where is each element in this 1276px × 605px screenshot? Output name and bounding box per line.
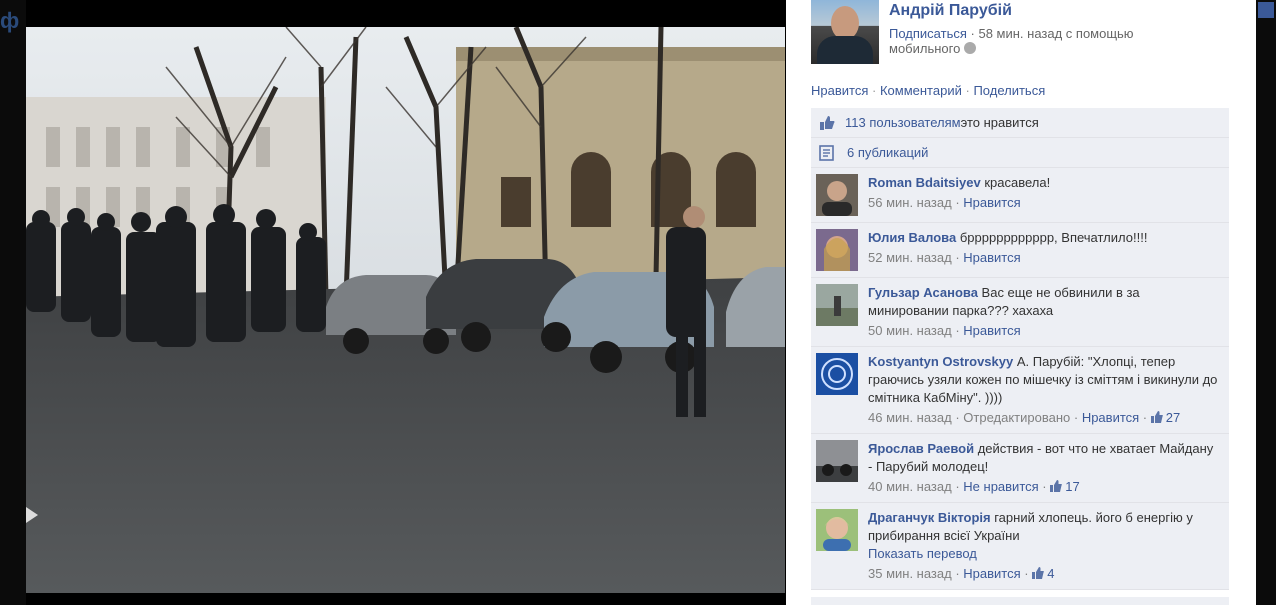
comment-unlike-link[interactable]: Не нравится <box>963 479 1038 494</box>
like-link[interactable]: Нравится <box>811 83 868 98</box>
avatar[interactable] <box>816 509 858 551</box>
comment: Kostyantyn Ostrovskyy А. Парубій: "Хлопц… <box>811 347 1229 434</box>
comment-author[interactable]: Гульзар Асанова <box>868 285 978 300</box>
globe-icon <box>963 42 976 54</box>
comment-text: брррррррррррр, Впечатлило!!!! <box>956 230 1148 245</box>
thumbs-up-icon <box>1050 480 1063 492</box>
comment-time[interactable]: 52 мин. назад <box>868 250 952 265</box>
author-meta: Подписаться · 58 мин. назад с помощью мо… <box>889 26 1134 56</box>
photo[interactable] <box>26 27 785 593</box>
comment-text: красавела! <box>980 175 1051 190</box>
likes-count[interactable]: 113 пользователям <box>845 115 961 130</box>
comment-time[interactable]: 40 мин. назад <box>868 479 952 494</box>
avatar[interactable] <box>816 440 858 482</box>
shares-count[interactable]: 6 публикаций <box>847 145 928 160</box>
thumbs-up-icon <box>1032 567 1045 579</box>
comment-link[interactable]: Комментарий <box>880 83 962 98</box>
avatar[interactable] <box>811 0 879 64</box>
post-actions: Нравится · Комментарий · Поделиться <box>811 83 1046 98</box>
comment-like-count[interactable]: 17 <box>1050 479 1080 494</box>
avatar[interactable] <box>816 353 858 395</box>
background-page-text: ф <box>0 8 20 33</box>
comment-edited[interactable]: Отредактировано <box>963 410 1070 425</box>
translate-link[interactable]: Показать перевод <box>868 545 1221 563</box>
comment-author[interactable]: Kostyantyn Ostrovskyy <box>868 354 1013 369</box>
comment-like-link[interactable]: Нравится <box>963 566 1020 581</box>
photo-viewer: ф Андрій Парубій Подписаться · 58 мин. н… <box>0 0 1276 605</box>
right-strip <box>1256 0 1276 605</box>
feedback-box: 113 пользователям это нравится 6 публика… <box>811 108 1229 590</box>
comment-time[interactable]: 50 мин. назад <box>868 323 952 338</box>
comment: Roman Bdaitsiyev красавела! 56 мин. наза… <box>811 168 1229 223</box>
photo-sidebar: Андрій Парубій Подписаться · 58 мин. наз… <box>786 0 1256 605</box>
comment-like-link[interactable]: Нравится <box>963 250 1020 265</box>
comment-composer-peek[interactable] <box>811 597 1229 605</box>
shares-summary: 6 публикаций <box>811 138 1229 168</box>
street-photo-illustration <box>26 27 785 593</box>
comment: Драганчук Вікторія гарний хлопець. його … <box>811 503 1229 590</box>
comment-author[interactable]: Юлия Валова <box>868 230 956 245</box>
likes-summary: 113 пользователям это нравится <box>811 108 1229 138</box>
post-author: Андрій Парубій Подписаться · 58 мин. наз… <box>811 0 1179 70</box>
author-name[interactable]: Андрій Парубій <box>889 2 1179 20</box>
thumbs-up-icon <box>1150 411 1163 423</box>
avatar[interactable] <box>816 284 858 326</box>
comment-like-link[interactable]: Нравится <box>963 195 1020 210</box>
comment-author[interactable]: Драганчук Вікторія <box>868 510 991 525</box>
comment-author[interactable]: Roman Bdaitsiyev <box>868 175 981 190</box>
comment: Гульзар Асанова Вас еще не обвинили в за… <box>811 278 1229 347</box>
comment-author[interactable]: Ярослав Раевой <box>868 441 974 456</box>
background-page-strip: ф <box>0 0 26 605</box>
close-icon[interactable] <box>1258 2 1274 18</box>
comment-time[interactable]: 56 мин. назад <box>868 195 952 210</box>
subscribe-link[interactable]: Подписаться <box>889 26 967 41</box>
comment-like-link[interactable]: Нравится <box>963 323 1020 338</box>
avatar[interactable] <box>816 174 858 216</box>
share-icon <box>819 144 834 161</box>
comment-like-link[interactable]: Нравится <box>1082 410 1139 425</box>
avatar[interactable] <box>816 229 858 271</box>
comment-like-count[interactable]: 27 <box>1150 410 1180 425</box>
comment: Юлия Валова брррррррррррр, Впечатлило!!!… <box>811 223 1229 278</box>
share-link[interactable]: Поделиться <box>973 83 1045 98</box>
comment: Ярослав Раевой действия - вот что не хва… <box>811 434 1229 503</box>
comment-like-count[interactable]: 4 <box>1032 566 1054 581</box>
comment-time[interactable]: 46 мин. назад <box>868 410 952 425</box>
comment-time[interactable]: 35 мин. назад <box>868 566 952 581</box>
thumbs-up-icon <box>820 115 835 130</box>
